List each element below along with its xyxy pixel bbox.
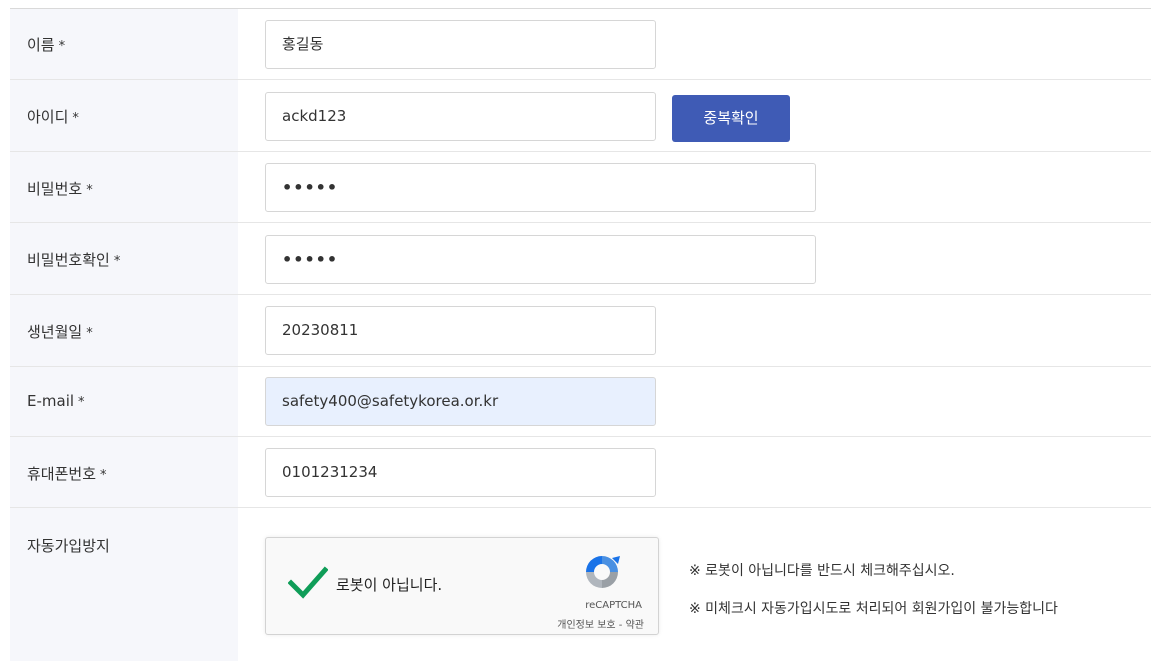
phone-input[interactable]: 0101231234 bbox=[265, 448, 656, 497]
captcha-notice-1: ※ 로봇이 아닙니다를 반드시 체크해주십시오. bbox=[689, 563, 955, 579]
recaptcha-terms-link[interactable]: 개인정보 보호 - 약관 bbox=[557, 616, 644, 631]
label-id: 아이디 * bbox=[27, 108, 79, 126]
password-confirm-input[interactable]: ••••• bbox=[265, 235, 816, 284]
name-input[interactable]: 홍길동 bbox=[265, 20, 656, 69]
signup-form-table: 이름 * 아이디 * 비밀번호 * 비밀번호확인 * 생년월일 * E-mail * 휴대폰… bbox=[0, 0, 1151, 661]
checkmark-icon[interactable] bbox=[288, 566, 328, 600]
duplicate-check-button[interactable]: 중복확인 bbox=[672, 95, 790, 142]
label-password: 비밀번호 * bbox=[27, 180, 93, 198]
recaptcha-widget: 로봇이 아닙니다. reCAPTCHA 개인정보 보호 - 약관 bbox=[265, 537, 659, 635]
id-input[interactable]: ackd123 bbox=[265, 92, 656, 141]
recaptcha-brand: reCAPTCHA bbox=[585, 600, 642, 611]
label-email: E-mail * bbox=[27, 392, 85, 410]
recaptcha-label: 로봇이 아닙니다. bbox=[336, 576, 443, 594]
password-input[interactable]: ••••• bbox=[265, 163, 816, 212]
label-phone: 휴대폰번호 * bbox=[27, 465, 107, 483]
label-birthdate: 생년월일 * bbox=[27, 323, 93, 341]
recaptcha-logo-icon bbox=[586, 556, 620, 588]
label-password-confirm: 비밀번호확인 * bbox=[27, 251, 121, 269]
label-name: 이름 * bbox=[27, 36, 66, 54]
label-captcha: 자동가입방지 bbox=[27, 537, 110, 555]
email-input[interactable]: safety400@safetykorea.or.kr bbox=[265, 377, 656, 426]
captcha-notice-2: ※ 미체크시 자동가입시도로 처리되어 회원가입이 불가능합니다 bbox=[689, 601, 1058, 617]
birthdate-input[interactable]: 20230811 bbox=[265, 306, 656, 355]
